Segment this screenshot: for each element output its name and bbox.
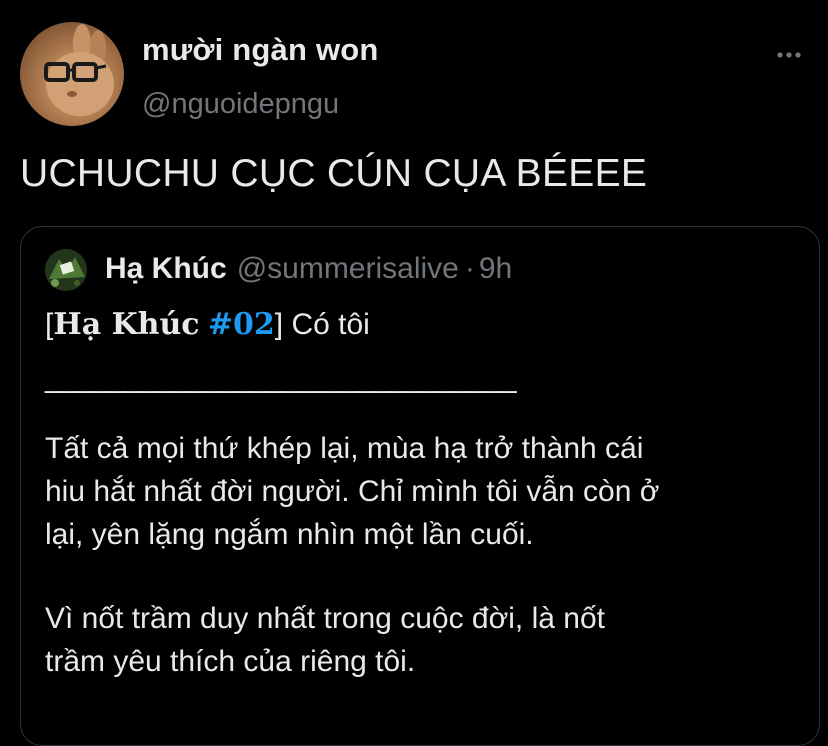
quoted-tweet-timestamp[interactable]: 9h bbox=[479, 252, 512, 285]
title-rest: Có tôi bbox=[283, 308, 370, 341]
paragraph-line: lại, yên lặng ngắm nhìn một lần cuối. bbox=[45, 518, 534, 551]
tweet-text: UCHUCHU CỤC CÚN CỤA BÉEEE bbox=[20, 152, 648, 195]
paragraph-line: Tất cả mọi thứ khép lại, mùa hạ trở thàn… bbox=[45, 432, 644, 465]
quoted-tweet-header: Hạ Khúc @summerisalive · 9h bbox=[105, 251, 512, 287]
title-close-bracket: ] bbox=[274, 308, 284, 341]
more-horizontal-icon[interactable] bbox=[776, 42, 802, 68]
author-handle[interactable]: @nguoidepngu bbox=[142, 88, 339, 121]
quoted-avatar-image bbox=[45, 249, 87, 291]
paragraph-line: trầm yêu thích của riêng tôi. bbox=[45, 645, 416, 678]
quoted-author-avatar[interactable] bbox=[45, 249, 87, 291]
quoted-tweet-paragraph-2: Vì nốt trầm duy nhất trong cuộc đời, là … bbox=[45, 597, 815, 683]
quoted-tweet-card[interactable]: Hạ Khúc @summerisalive · 9h [Hạ Khúc #02] C… bbox=[20, 226, 820, 746]
quoted-author-handle[interactable]: @summerisalive bbox=[237, 252, 459, 285]
paragraph-line: hiu hắt nhất đời người. Chỉ mình tôi vẫn… bbox=[45, 475, 660, 508]
quoted-author-display-name[interactable]: Hạ Khúc bbox=[105, 252, 227, 285]
header-separator: · bbox=[464, 252, 475, 285]
quoted-tweet-paragraph-1: Tất cả mọi thứ khép lại, mùa hạ trở thàn… bbox=[45, 427, 815, 556]
quoted-tweet-title: [Hạ Khúc #02] Có tôi bbox=[45, 305, 370, 345]
text-divider: ______________________________ bbox=[45, 361, 517, 394]
title-series-name: Hạ Khúc bbox=[53, 307, 200, 342]
hashtag-link[interactable]: #02 bbox=[208, 307, 275, 342]
author-display-name[interactable]: mười ngàn won bbox=[142, 32, 379, 68]
paragraph-line: Vì nốt trầm duy nhất trong cuộc đời, là … bbox=[45, 602, 605, 635]
avatar-image bbox=[44, 24, 114, 116]
author-avatar[interactable] bbox=[20, 22, 124, 126]
